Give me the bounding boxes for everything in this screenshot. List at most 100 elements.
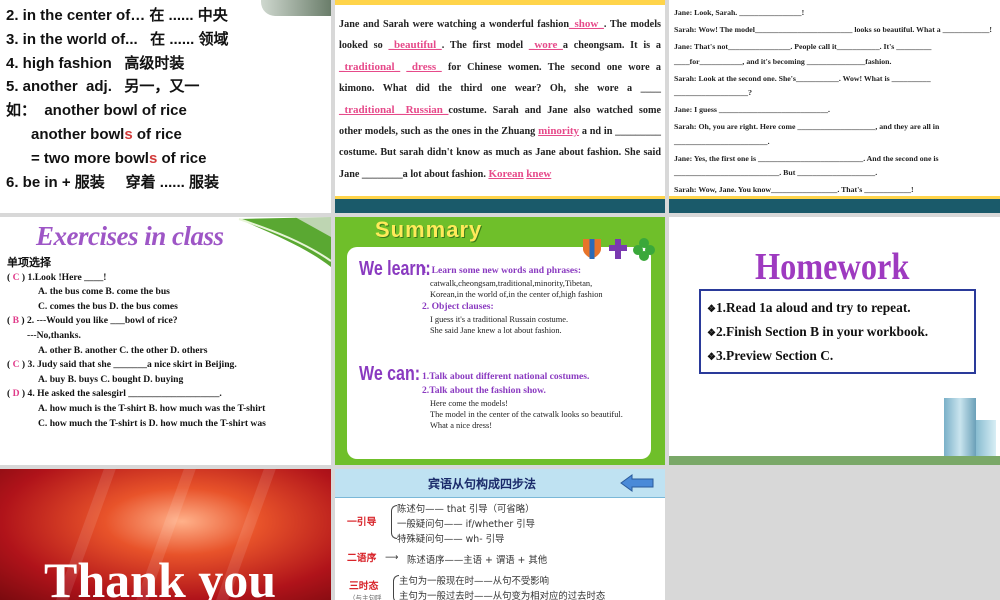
step-3-label: 三时态 (349, 581, 379, 592)
step-1-line: 陈述句—— that 引导（可省略） (397, 504, 535, 515)
summary-detail: The model in the center of the catwalk l… (430, 410, 623, 419)
bottom-bar (669, 199, 1000, 213)
slide-thumbnail-summary[interactable]: Summary We learn: We can: 1. Learn some … (335, 217, 665, 465)
homework-text: 1.Read 1a aloud and try to repeat. (715, 300, 911, 315)
answer-mark: D (12, 388, 20, 400)
homework-item: ❖1.Read 1a aloud and try to repeat. (707, 297, 968, 321)
answer: _show_ (569, 18, 604, 30)
puzzle-piece-icon (609, 239, 627, 259)
line-text: of rice (157, 149, 207, 167)
homework-text: 2.Finish Section B in your workbook. (715, 324, 929, 339)
question-text: 1.Look !Here ____! (27, 271, 107, 283)
slide-thumbnail-cloze-passage[interactable]: Jane and Sarah were watching a wonderful… (335, 0, 665, 213)
question-options: A. buy B. buys C. bought D. buying (38, 373, 184, 385)
question-text: 3. Judy said that she _______a nice skir… (27, 359, 237, 371)
back-arrow-icon[interactable] (620, 474, 654, 492)
slide-thumbnail-dialogue[interactable]: Jane: Look, Sarah. ________________! Sara… (669, 0, 1000, 213)
answer: _traditional_ (339, 60, 401, 73)
bottom-bar (335, 199, 665, 213)
bullet-icon: ❖ (707, 328, 716, 339)
answer-mark: C (12, 359, 20, 371)
slide-thumbnail-homework[interactable]: Homework ❖1.Read 1a aloud and try to rep… (669, 217, 1000, 465)
summary-detail: catwalk,cheongsam,traditional,minority,T… (430, 279, 593, 288)
line-text: of rice (132, 125, 182, 143)
step-1-line: 特殊疑问句—— wh- 引导 (397, 534, 505, 545)
question-options: A. how much is the T-shirt B. how much w… (38, 402, 266, 414)
bullet-icon: ❖ (707, 352, 716, 363)
step-2-line: 陈述语序——主语 + 谓语 + 其他 (407, 555, 548, 566)
question-subline: ---No,thanks. (27, 329, 81, 341)
slide-title: Summary (375, 217, 483, 242)
summary-detail: I guess it's a traditional Russain costu… (430, 315, 569, 324)
ground-strip (669, 456, 1000, 465)
vocabulary-line: 6. be in + 服装 穿着 ...... 服装 (6, 171, 229, 195)
dialogue-line: Sarah: Wow! The model___________________… (674, 25, 992, 35)
summary-detail: Here come the models! (430, 399, 508, 408)
question-options: A. the bus come B. come the bus (38, 286, 170, 298)
slide-header: 宾语从句构成四步法 (335, 469, 665, 498)
cloze-paragraph: Jane and Sarah were watching a wonderful… (339, 14, 661, 185)
clover-icon (633, 238, 655, 261)
line-text: 3. in the world of... 在 ...... 领域 (6, 30, 229, 48)
answer: minority (538, 125, 580, 138)
homework-box: ❖1.Read 1a aloud and try to repeat. ❖2.Fi… (699, 289, 976, 374)
dialogue-line: Sarah: Look at the second one. She's____… (674, 73, 931, 98)
dialogue-line: Jane: That's not________________. People… (674, 42, 932, 66)
answer: knew (526, 167, 552, 180)
we-can-label: We can: (359, 363, 421, 385)
vocabulary-list: 2. in the center of… 在 ...... 中央 3. in th… (6, 4, 229, 194)
answer: _dress_ (406, 60, 442, 73)
bullet-icon: ❖ (707, 304, 716, 315)
vocabulary-line: 2. in the center of… 在 ...... 中央 (6, 4, 229, 28)
vocabulary-line: 5. another adj. 另一，又一 (6, 75, 229, 99)
we-learn-label: We learn: (359, 258, 431, 280)
top-bar (335, 0, 665, 5)
vocabulary-line: another bowls of rice (6, 123, 229, 147)
question-options: C. how much the T-shirt is D. how much t… (38, 417, 266, 429)
question-4: ( D ) 4. He asked the salesgirl ________… (7, 388, 222, 400)
building-decoration (944, 398, 976, 456)
line-text: another bowl (6, 125, 125, 143)
question-text: 4. He asked the salesgirl ______________… (27, 388, 222, 400)
slide-title: Homework (755, 246, 910, 288)
homework-item: ❖2.Finish Section B in your workbook. (707, 321, 968, 345)
answer: _wore_ (528, 39, 563, 52)
summary-detail: What a nice dress! (430, 421, 493, 430)
summary-point: 2.Talk about the fashion show. (422, 385, 546, 396)
answer: _traditional__Russian_ (339, 103, 449, 116)
line-text: 4. high fashion 高级时装 (6, 54, 185, 72)
passage-text: a cheongsam. It is a (562, 40, 661, 52)
section-heading: 单项选择 (7, 257, 51, 269)
passage-text: Jane and Sarah were watching a wonderful… (339, 19, 570, 30)
line-text: 6. be in + 服装 穿着 ...... 服装 (6, 173, 219, 191)
answer-mark: B (12, 315, 19, 327)
step-2-label: 二语序 (347, 553, 377, 564)
summary-point: 1.Talk about different national costumes… (422, 371, 590, 382)
slide-thumbnail-thank-you[interactable]: Thank you (0, 469, 331, 600)
question-1: ( C ) 1.Look !Here ____! (7, 271, 107, 283)
answer: _beautiful_ (388, 39, 442, 52)
summary-point: 2. Object clauses: (422, 301, 494, 312)
vocabulary-line: = two more bowls of rice (6, 147, 229, 171)
highlight-suffix: s (124, 125, 133, 143)
question-text: 2. ---Would you like ___bowl of rice? (27, 315, 178, 327)
dialogue-line: Sarah: Oh, you are right. Here come ____… (674, 122, 940, 146)
vocabulary-line: 3. in the world of... 在 ...... 领域 (6, 28, 229, 52)
thank-you-text: Thank you (44, 552, 277, 600)
question-2: ( B ) 2. ---Would you like ___bowl of ri… (7, 315, 178, 327)
can-section: 1.Talk about different national costumes… (422, 370, 662, 431)
step-3-line: 主句为一般现在时——从句不受影响 (399, 576, 550, 587)
dialogue-line: Jane: Yes, the first one is ____________… (674, 153, 939, 178)
slide-thumbnail-exercises[interactable]: Exercises in class 单项选择 ( C ) 1.Look !He… (0, 217, 331, 465)
slide-thumbnail-vocabulary[interactable]: 2. in the center of… 在 ...... 中央 3. in th… (0, 0, 331, 213)
question-options: C. comes the bus D. the bus comes (38, 300, 178, 312)
line-text: 5. another adj. 另一，又一 (6, 78, 200, 96)
vocabulary-line: 如： another bowl of rice (6, 99, 229, 123)
slide-thumbnail-object-clause-steps[interactable]: 宾语从句构成四步法 一引导 陈述句—— that 引导（可省略） 一般疑问句——… (335, 469, 665, 600)
shield-icon (583, 239, 601, 259)
corner-decoration (261, 0, 331, 16)
summary-detail: She said Jane knew a lot about fashion. (430, 326, 562, 335)
dialogue-lines: Jane: Look, Sarah. ________________! Sara… (674, 6, 996, 200)
dialogue-line: Jane: I guess __________________________… (674, 105, 830, 115)
summary-point: 1. Learn some new words and phrases: (422, 265, 582, 276)
